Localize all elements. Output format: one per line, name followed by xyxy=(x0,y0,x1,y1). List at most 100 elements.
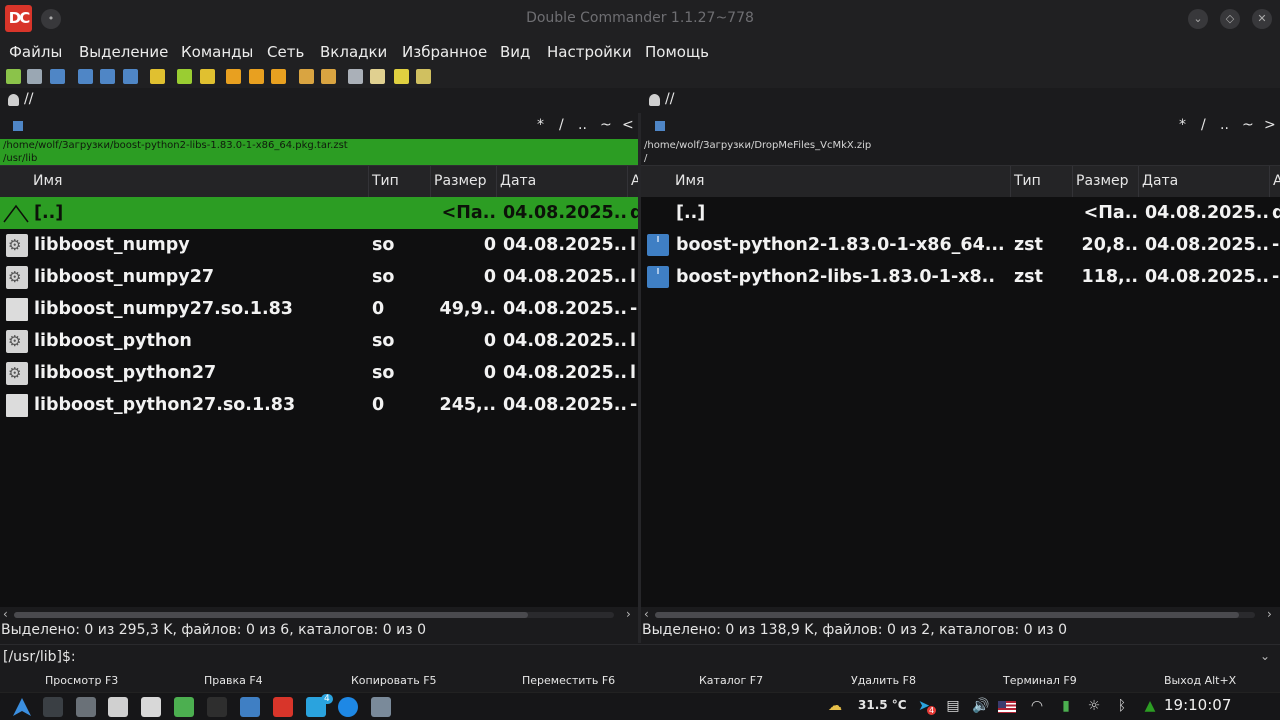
menu-favorites[interactable]: Избранное xyxy=(402,43,487,61)
chromium-icon[interactable] xyxy=(338,697,358,717)
f7-mkdir-button[interactable]: Каталог F7 xyxy=(699,674,763,687)
unpack-icon[interactable] xyxy=(321,69,336,84)
command-input[interactable] xyxy=(80,648,1255,668)
scroll-left-arrow-icon[interactable]: ‹ xyxy=(644,607,649,621)
file-row[interactable]: libboost_python27 so 0 04.08.2025..l xyxy=(0,357,638,389)
volume-icon[interactable]: 🔊 xyxy=(972,697,990,715)
copy-names-icon[interactable] xyxy=(416,69,431,84)
nav-copy-path-button[interactable]: > xyxy=(1264,117,1276,133)
left-drive-label[interactable]: // xyxy=(24,91,33,107)
weather-icon[interactable]: ☁ xyxy=(826,697,844,715)
file-row[interactable]: [..] <Па.. 04.08.2025.. d xyxy=(0,197,638,229)
search-icon[interactable] xyxy=(249,69,264,84)
compare-icon[interactable] xyxy=(348,69,363,84)
file-row[interactable]: libboost_python so 0 04.08.2025..l xyxy=(0,325,638,357)
terminal-icon[interactable] xyxy=(27,69,42,84)
sync-dirs-icon[interactable] xyxy=(150,69,165,84)
scroll-right-arrow-icon[interactable]: › xyxy=(1267,607,1272,621)
file-row[interactable]: libboost_numpy27 so 0 04.08.2025..l xyxy=(0,261,638,293)
left-current-path[interactable]: /usr/lib xyxy=(0,152,638,165)
f5-copy-button[interactable]: Копировать F5 xyxy=(351,674,437,687)
column-size[interactable]: Размер xyxy=(431,166,497,197)
advanced-search-icon[interactable] xyxy=(271,69,286,84)
network-icon[interactable]: ▲ xyxy=(1141,697,1159,715)
f4-edit-button[interactable]: Правка F4 xyxy=(204,674,263,687)
right-drive-label[interactable]: // xyxy=(665,91,674,107)
right-horizontal-scrollbar[interactable]: ‹ › xyxy=(641,607,1280,622)
battery-icon[interactable]: ▮ xyxy=(1057,697,1075,715)
file-row[interactable]: boost-python2-libs-1.83.0-1-x8.. zst 118,.… xyxy=(641,261,1280,293)
view-icon[interactable] xyxy=(394,69,409,84)
column-name[interactable]: Имя xyxy=(0,166,369,197)
menu-selection[interactable]: Выделение xyxy=(79,43,168,61)
f9-terminal-button[interactable]: Терминал F9 xyxy=(1003,674,1077,687)
options-icon[interactable] xyxy=(50,69,65,84)
folder-tab-icon[interactable] xyxy=(655,121,665,131)
double-commander-icon[interactable] xyxy=(273,697,293,717)
file-row[interactable]: libboost_python27.so.1.83 0 245,.. 04.08.20… xyxy=(0,389,638,421)
bluetooth-icon[interactable]: ᛒ xyxy=(1113,697,1131,715)
left-archive-path[interactable]: /home/wolf/Загрузки/boost-python2-libs-1… xyxy=(0,139,638,152)
column-type[interactable]: Тип xyxy=(369,166,431,197)
folder-tab-icon[interactable] xyxy=(13,121,23,131)
exit-button[interactable]: Выход Alt+X xyxy=(1164,674,1236,687)
minimize-button[interactable]: ⌄ xyxy=(1188,9,1208,29)
column-attr[interactable]: А xyxy=(628,166,638,197)
clock[interactable]: 19:10:07 xyxy=(1164,696,1231,714)
nav-root-button[interactable]: * xyxy=(537,117,544,133)
column-type[interactable]: Тип xyxy=(1011,166,1073,197)
column-name[interactable]: Имя xyxy=(641,166,1011,197)
full-view-icon[interactable] xyxy=(100,69,115,84)
menu-commands[interactable]: Команды xyxy=(181,43,253,61)
file-row[interactable]: [..] <Па.. 04.08.2025.. d xyxy=(641,197,1280,229)
file-manager-icon[interactable] xyxy=(240,697,260,717)
menu-view[interactable]: Вид xyxy=(500,43,530,61)
weather-temperature[interactable]: 31.5 °C xyxy=(858,698,907,712)
scroll-right-arrow-icon[interactable]: › xyxy=(626,607,631,621)
column-size[interactable]: Размер xyxy=(1073,166,1139,197)
right-current-path[interactable]: / xyxy=(641,152,1280,165)
nav-home-button[interactable]: ~ xyxy=(1242,117,1254,133)
download-manager-icon[interactable] xyxy=(174,697,194,717)
right-file-list[interactable]: [..] <Па.. 04.08.2025.. d boost-python2-1.83… xyxy=(641,197,1280,607)
file-row[interactable]: libboost_numpy27.so.1.83 0 49,9.. 04.08.202… xyxy=(0,293,638,325)
right-archive-path[interactable]: /home/wolf/Загрузки/DropMeFiles_VcMkX.zi… xyxy=(641,139,1280,152)
column-attr[interactable]: А xyxy=(1270,166,1280,197)
f3-view-button[interactable]: Просмотр F3 xyxy=(45,674,118,687)
left-file-list[interactable]: [..]<Па..04.08.2025..dlibboost_numpyso00… xyxy=(0,197,638,607)
menu-tabs[interactable]: Вкладки xyxy=(320,43,387,61)
scroll-thumb[interactable] xyxy=(14,612,528,618)
text-editor-icon[interactable] xyxy=(141,697,161,717)
menu-settings[interactable]: Настройки xyxy=(547,43,632,61)
close-button[interactable]: ✕ xyxy=(1252,9,1272,29)
nav-copy-path-button[interactable]: < xyxy=(622,117,634,133)
scroll-left-arrow-icon[interactable]: ‹ xyxy=(3,607,8,621)
copy-path-left-icon[interactable] xyxy=(177,69,192,84)
refresh-icon[interactable] xyxy=(6,69,21,84)
drive-icon[interactable] xyxy=(8,94,19,106)
menu-help[interactable]: Помощь xyxy=(645,43,709,61)
left-horizontal-scrollbar[interactable]: ‹ › xyxy=(0,607,638,622)
brief-view-icon[interactable] xyxy=(78,69,93,84)
maximize-button[interactable]: ◇ xyxy=(1220,9,1240,29)
f8-delete-button[interactable]: Удалить F8 xyxy=(851,674,916,687)
f6-move-button[interactable]: Переместить F6 xyxy=(522,674,615,687)
file-row[interactable]: boost-python2-1.83.0-1-x86_64... zst 20,8.… xyxy=(641,229,1280,261)
tools-icon[interactable] xyxy=(108,697,128,717)
terminal-icon[interactable] xyxy=(207,697,227,717)
system-monitor-icon[interactable] xyxy=(43,697,63,717)
menu-network[interactable]: Сеть xyxy=(267,43,304,61)
nav-slash-button[interactable]: / xyxy=(1201,117,1206,133)
clipboard-icon[interactable]: ▤ xyxy=(944,697,962,715)
nav-root-button[interactable]: * xyxy=(1179,117,1186,133)
us-flag-icon[interactable] xyxy=(998,701,1016,713)
column-date[interactable]: Дата xyxy=(497,166,628,197)
copy-path-right-icon[interactable] xyxy=(200,69,215,84)
pack-icon[interactable] xyxy=(299,69,314,84)
column-date[interactable]: Дата xyxy=(1139,166,1270,197)
nav-home-button[interactable]: ~ xyxy=(600,117,612,133)
file-row[interactable]: libboost_numpy so 0 04.08.2025..l xyxy=(0,229,638,261)
multi-rename-icon[interactable] xyxy=(226,69,241,84)
brightness-icon[interactable]: ☼ xyxy=(1085,697,1103,715)
scroll-thumb[interactable] xyxy=(655,612,1239,618)
